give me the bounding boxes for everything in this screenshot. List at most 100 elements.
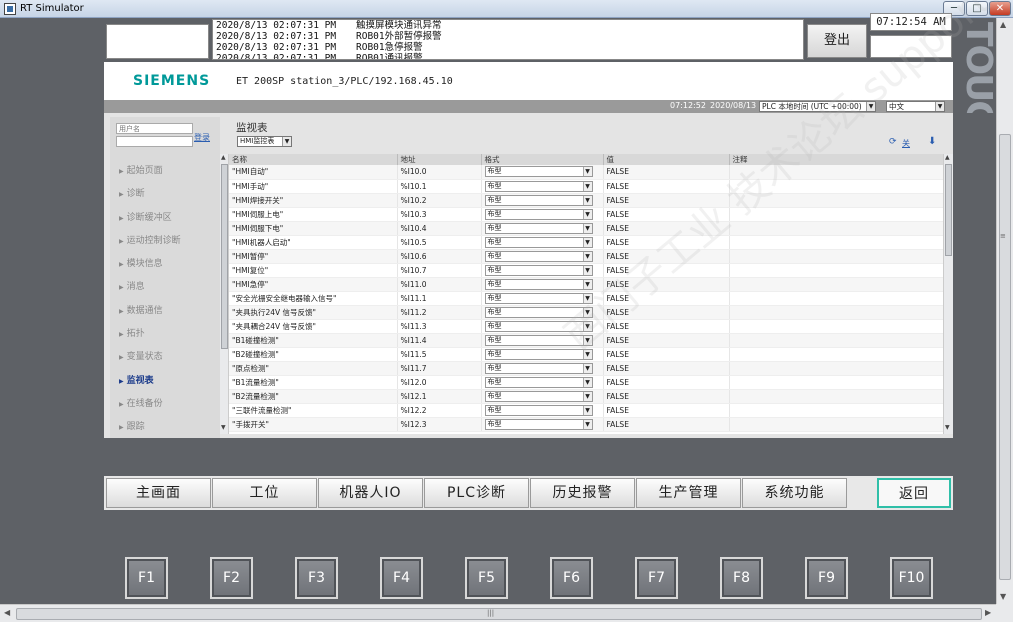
cell-comment[interactable]	[729, 389, 944, 404]
format-select[interactable]: 布型 ▼	[484, 362, 593, 374]
nav-button[interactable]: PLC诊断	[424, 478, 529, 508]
window-vertical-scrollbar[interactable]: ▲ ≡ ▼	[996, 18, 1013, 604]
cell-comment[interactable]	[729, 375, 944, 390]
sidebar-item[interactable]: ▶ 运动控制诊断	[110, 230, 220, 253]
format-select[interactable]: 布型 ▼	[484, 404, 593, 416]
format-select[interactable]: 布型 ▼	[484, 348, 593, 360]
table-row[interactable]: "HMI暂停" %I10.6 布型 ▼ FALSE	[229, 249, 944, 264]
function-key-f5[interactable]: F5	[465, 557, 508, 599]
password-input[interactable]	[116, 136, 193, 147]
sidebar-item[interactable]: ▶ 在线备份	[110, 393, 220, 416]
scroll-up-icon[interactable]: ▲	[945, 154, 950, 161]
table-left-scrollbar[interactable]: ▲ ▼	[220, 154, 229, 434]
cell-comment[interactable]	[729, 291, 944, 306]
watch-table-select[interactable]: HMI监控表 ▼	[237, 136, 292, 147]
cell-comment[interactable]	[729, 221, 944, 236]
timezone-select[interactable]: PLC 本地时间 (UTC +00:00) ▼	[759, 101, 876, 112]
table-right-scrollbar[interactable]: ▲ ▼	[943, 154, 953, 434]
save-icon[interactable]: ⬇	[928, 136, 936, 147]
sidebar-item[interactable]: ▶ 诊断缓冲区	[110, 207, 220, 230]
table-row[interactable]: "夹具耦合24V 信号反馈" %I11.3 布型 ▼ FALSE	[229, 319, 944, 334]
table-row[interactable]: "HMI复位" %I10.7 布型 ▼ FALSE	[229, 263, 944, 278]
scroll-left-icon[interactable]: ◀	[4, 608, 10, 617]
sidebar-item[interactable]: ▶ 变量状态	[110, 346, 220, 369]
scroll-up-icon[interactable]: ▲	[221, 154, 226, 161]
cell-comment[interactable]	[729, 417, 944, 432]
scroll-right-icon[interactable]: ▶	[985, 608, 991, 617]
cell-comment[interactable]	[729, 305, 944, 320]
format-select[interactable]: 布型 ▼	[484, 208, 593, 220]
language-select[interactable]: 中文 ▼	[886, 101, 945, 112]
table-row[interactable]: "B2流量检测" %I12.1 布型 ▼ FALSE	[229, 389, 944, 404]
cell-comment[interactable]	[729, 319, 944, 334]
table-row[interactable]: "HMI机器人启动" %I10.5 布型 ▼ FALSE	[229, 235, 944, 250]
format-select[interactable]: 布型 ▼	[484, 306, 593, 318]
format-select[interactable]: 布型 ▼	[484, 320, 593, 332]
scroll-down-icon[interactable]: ▼	[221, 424, 226, 431]
format-select[interactable]: 布型 ▼	[484, 376, 593, 388]
sidebar-item[interactable]: ▶ 拓扑	[110, 323, 220, 346]
login-link[interactable]: 登录	[194, 132, 210, 143]
alarm-row[interactable]: 2020/8/13 02:07:31 PM ROB01通讯报警	[213, 53, 803, 59]
alarm-row[interactable]: 2020/8/13 02:07:31 PM 触摸屏模块通讯异常	[213, 20, 803, 31]
format-select[interactable]: 布型 ▼	[484, 180, 593, 192]
sidebar-item[interactable]: ▶ 数据通信	[110, 300, 220, 323]
table-row[interactable]: "手拨开关" %I12.3 布型 ▼ FALSE	[229, 417, 944, 432]
table-row[interactable]: "原点检测" %I11.7 布型 ▼ FALSE	[229, 361, 944, 376]
format-select[interactable]: 布型 ▼	[484, 334, 593, 346]
cell-comment[interactable]	[729, 403, 944, 418]
username-input[interactable]	[116, 123, 193, 134]
cell-comment[interactable]	[729, 235, 944, 250]
scroll-down-icon[interactable]: ▼	[945, 424, 950, 431]
function-key-f2[interactable]: F2	[210, 557, 253, 599]
alarm-row[interactable]: 2020/8/13 02:07:31 PM ROB01外部暂停报警	[213, 31, 803, 42]
scroll-thumb[interactable]	[221, 164, 228, 349]
scroll-thumb[interactable]: |||	[16, 608, 982, 620]
alarm-list[interactable]: 2020/8/13 02:07:31 PM 触摸屏模块通讯异常 2020/8/13 …	[212, 19, 804, 60]
table-row[interactable]: "HMI手动" %I10.1 布型 ▼ FALSE	[229, 179, 944, 194]
function-key-f6[interactable]: F6	[550, 557, 593, 599]
cell-comment[interactable]	[729, 347, 944, 362]
cell-comment[interactable]	[729, 277, 944, 292]
refresh-icon[interactable]: ⟳	[889, 137, 897, 147]
format-select[interactable]: 布型 ▼	[484, 390, 593, 402]
format-select[interactable]: 布型 ▼	[484, 418, 593, 430]
nav-button[interactable]: 主画面	[106, 478, 211, 508]
table-row[interactable]: "HMI伺服上电" %I10.3 布型 ▼ FALSE	[229, 207, 944, 222]
table-row[interactable]: "三联件流量检测" %I12.2 布型 ▼ FALSE	[229, 403, 944, 418]
format-select[interactable]: 布型 ▼	[484, 264, 593, 276]
function-key-f4[interactable]: F4	[380, 557, 423, 599]
format-select[interactable]: 布型 ▼	[484, 236, 593, 248]
sidebar-item[interactable]: ▶ 跟踪	[110, 416, 220, 439]
function-key-f1[interactable]: F1	[125, 557, 168, 599]
table-row[interactable]: "夹具执行24V 信号反馈" %I11.2 布型 ▼ FALSE	[229, 305, 944, 320]
format-select[interactable]: 布型 ▼	[484, 194, 593, 206]
function-key-f7[interactable]: F7	[635, 557, 678, 599]
maximize-button[interactable]: □	[966, 1, 988, 16]
sidebar-item[interactable]: ▶ 诊断	[110, 183, 220, 206]
cell-comment[interactable]	[729, 193, 944, 208]
nav-button[interactable]: 历史报警	[530, 478, 635, 508]
format-select[interactable]: 布型 ▼	[484, 166, 593, 178]
window-horizontal-scrollbar[interactable]: ◀ ||| ▶	[0, 604, 996, 622]
table-row[interactable]: "HMI自动" %I10.0 布型 ▼ FALSE	[229, 165, 944, 180]
sidebar-item[interactable]: ▶ 消息	[110, 276, 220, 299]
cell-comment[interactable]	[729, 179, 944, 194]
sidebar-item[interactable]: ▶ 起始页面	[110, 160, 220, 183]
format-select[interactable]: 布型 ▼	[484, 292, 593, 304]
scroll-up-icon[interactable]: ▲	[1000, 20, 1006, 29]
table-row[interactable]: "B1流量检测" %I12.0 布型 ▼ FALSE	[229, 375, 944, 390]
nav-button[interactable]: 工位	[212, 478, 317, 508]
cell-comment[interactable]	[729, 207, 944, 222]
format-select[interactable]: 布型 ▼	[484, 222, 593, 234]
scroll-thumb[interactable]	[999, 134, 1011, 580]
format-select[interactable]: 布型 ▼	[484, 250, 593, 262]
table-row[interactable]: "HMI焊接开关" %I10.2 布型 ▼ FALSE	[229, 193, 944, 208]
format-select[interactable]: 布型 ▼	[484, 278, 593, 290]
nav-button[interactable]: 生产管理	[636, 478, 741, 508]
table-row[interactable]: "B2碰撞检测" %I11.5 布型 ▼ FALSE	[229, 347, 944, 362]
table-row[interactable]: "安全光栅安全继电器输入信号" %I11.1 布型 ▼ FALSE	[229, 291, 944, 306]
table-row[interactable]: "HMI伺服下电" %I10.4 布型 ▼ FALSE	[229, 221, 944, 236]
cell-comment[interactable]	[729, 165, 944, 180]
back-button[interactable]: 返回	[877, 478, 951, 508]
